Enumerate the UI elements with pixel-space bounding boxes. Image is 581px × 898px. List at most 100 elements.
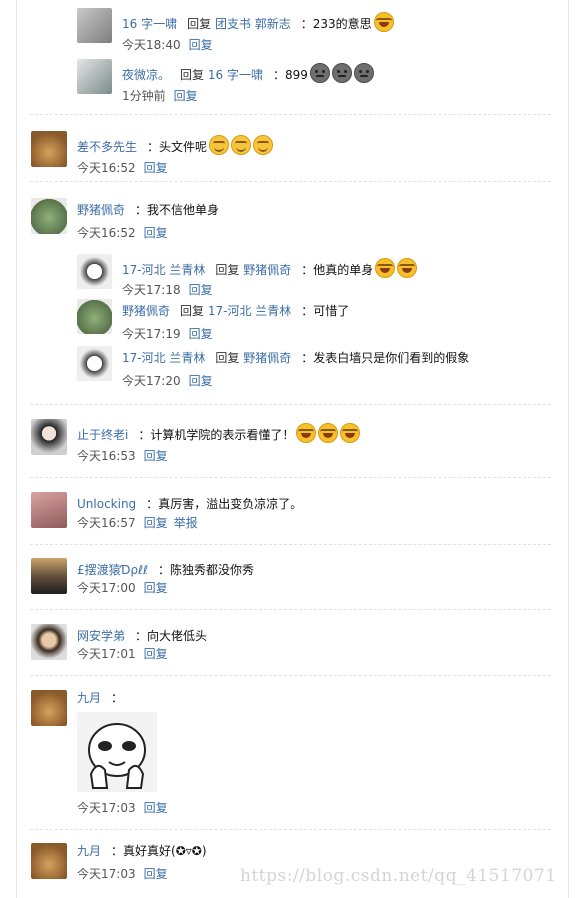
username-link[interactable]: 16 字一啸 [122,17,177,31]
avatar[interactable] [77,346,112,381]
comment-text: 他真的单身 [313,263,374,277]
reply-button[interactable]: 回复 [144,161,168,175]
reply-button[interactable]: 回复 [144,801,168,815]
divider [30,181,551,182]
avatar[interactable] [31,198,67,234]
reply-button[interactable]: 回复 [144,647,168,661]
avatar[interactable] [31,419,67,455]
comment-text: 发表白墙只是你们看到的假象 [313,351,470,365]
reply-target-link[interactable]: 野猪佩奇 [243,351,291,365]
reply-button[interactable]: 回复 [189,38,213,52]
username-link[interactable]: 网安学弟 [77,629,125,643]
panda-meme-sticker-icon [77,712,157,792]
avatar[interactable] [31,843,67,879]
colon: ： [146,497,159,511]
colon: ： [135,629,148,643]
comment-line: 差不多先生 ：头文件呢 [77,135,274,155]
laugh-cry-emoji-icon [397,258,418,278]
reply-target-link[interactable]: 野猪佩奇 [243,263,291,277]
comment-time: 今天16:52 [77,226,136,240]
username-link[interactable]: 九月 [77,691,101,705]
comment-text: 头文件呢 [159,140,208,154]
username-link[interactable]: £摆渡猿Ɗρℓℓ [77,563,148,577]
reply-button[interactable]: 回复 [144,581,168,595]
comment-meta: 今天17:18 回复 [122,282,219,298]
reply-button[interactable]: 回复 [189,374,213,388]
divider [30,829,551,830]
avatar[interactable] [31,624,67,660]
smile-emoji-icon [209,135,230,155]
username-link[interactable]: 九月 [77,844,101,858]
comment-text: 陈独秀都没你秀 [170,563,255,577]
comment-line: 17-河北 兰青林 回复 野猪佩奇 ：他真的单身 [122,258,418,278]
comment-time: 今天16:53 [77,449,136,463]
colon: ： [147,140,160,154]
comment-meta: 1分钟前 回复 [122,88,204,104]
comment-line: 网安学弟 ：向大佬低头 [77,628,207,644]
comment-line: 九月 ：真好真好(✪▿✪) [77,843,207,859]
laugh-cry-emoji-icon [375,258,396,278]
comment-meta: 今天16:57 回复 举报 [77,515,204,531]
reply-button[interactable]: 回复 [144,449,168,463]
comment-time: 今天17:03 [77,867,136,881]
divider [30,114,551,115]
watermark: https://blog.csdn.net/qq_41517071 [240,866,557,886]
reply-button[interactable]: 回复 [144,867,168,881]
username-link[interactable]: 夜微凉。 [122,68,170,82]
colon: ： [301,351,314,365]
username-link[interactable]: 差不多先生 [77,140,137,154]
reply-target-link[interactable]: 团支书 郭新志 [215,17,291,31]
comment-line: 17-河北 兰青林 回复 野猪佩奇 ：发表白墙只是你们看到的假象 [122,350,469,366]
avatar[interactable] [77,8,112,43]
avatar[interactable] [77,254,112,289]
reply-button[interactable]: 回复 [174,89,198,103]
dark-face-emoji-icon [309,63,330,83]
smile-emoji-icon [231,135,252,155]
avatar[interactable] [31,492,67,528]
reply-button[interactable]: 回复 [144,226,168,240]
reply-target-link[interactable]: 17-河北 兰青林 [208,304,291,318]
reply-button[interactable]: 回复 [144,516,168,530]
comment-text: 899 [284,68,308,82]
reply-button[interactable]: 回复 [189,327,213,341]
reply-target-link[interactable]: 16 字一啸 [208,68,263,82]
comment-meta: 今天16:53 回复 [77,448,174,464]
comment-line: 16 字一啸 回复 团支书 郭新志 ：233的意思 [122,12,394,32]
avatar[interactable] [77,59,112,94]
avatar[interactable] [77,299,112,334]
colon: ： [111,844,124,858]
colon: ： [300,17,313,31]
username-link[interactable]: 17-河北 兰青林 [122,351,205,365]
comment-meta: 今天18:40 回复 [122,37,219,53]
comment-meta: 今天17:03 回复 [77,866,174,882]
colon: ： [138,428,151,442]
comment-time: 今天17:01 [77,647,136,661]
comment-text: 真好真好(✪▿✪) [123,844,207,858]
dark-face-emoji-icon [331,63,352,83]
username-link[interactable]: Unlocking [77,497,136,511]
comment-line: 野猪佩奇 回复 17-河北 兰青林 ：可惜了 [122,303,349,319]
colon: ： [135,203,148,217]
avatar[interactable] [31,558,67,594]
username-link[interactable]: 野猪佩奇 [122,304,170,318]
username-link[interactable]: 野猪佩奇 [77,203,125,217]
frame-left-border [16,0,17,898]
colon: ： [158,563,171,577]
comment-meta: 今天17:20 回复 [122,373,219,389]
divider [30,544,551,545]
report-button[interactable]: 举报 [174,516,198,530]
divider [30,404,551,405]
comment-meta: 今天16:52 回复 [77,160,174,176]
laugh-cry-emoji-icon [373,12,394,32]
dark-face-emoji-icon [353,63,374,83]
colon: ： [301,263,314,277]
avatar[interactable] [31,690,67,726]
smile-emoji-icon [253,135,274,155]
comment-time: 今天17:18 [122,283,181,297]
comment-time: 今天16:52 [77,161,136,175]
username-link[interactable]: 止于终老i [77,428,128,442]
username-link[interactable]: 17-河北 兰青林 [122,263,205,277]
comment-meta: 今天17:03 回复 [77,800,174,816]
reply-button[interactable]: 回复 [189,283,213,297]
avatar[interactable] [31,131,67,167]
